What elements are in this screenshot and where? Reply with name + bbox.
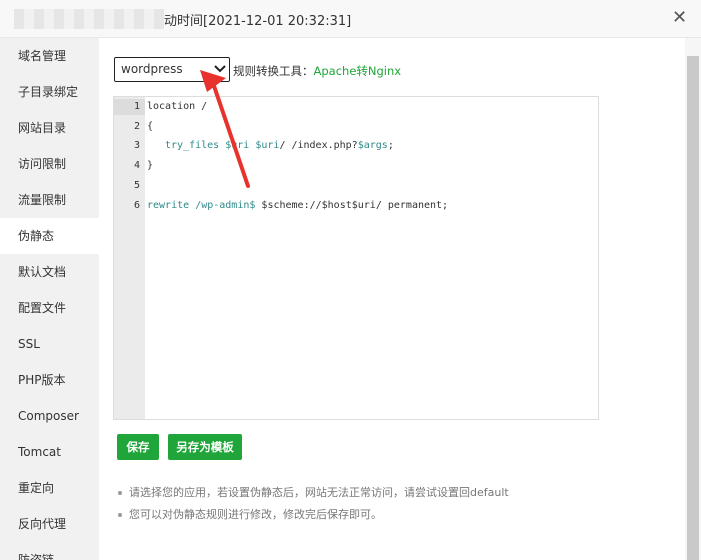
sidebar-item-ssl[interactable]: SSL — [0, 326, 99, 362]
code-line: rewrite /wp-admin$ $scheme://$host$uri/ … — [147, 200, 449, 211]
code-line: location / — [147, 101, 208, 112]
convert-tool: 规则转换工具：Apache转Nginx — [233, 63, 401, 79]
save-button[interactable]: 保存 — [117, 434, 159, 460]
dialog-title: 动时间[2021-12-01 20:32:31] — [164, 14, 352, 29]
sidebar-item-hotlink[interactable]: 防盗链 — [0, 542, 99, 560]
chevron-down-icon — [214, 65, 226, 73]
line-number: 1 — [133, 101, 140, 112]
code-line: try_files $uri $uri/ /index.php?$args; — [165, 140, 394, 151]
save-as-template-button[interactable]: 另存为模板 — [168, 434, 242, 460]
sidebar-item-php-version[interactable]: PHP版本 — [0, 362, 99, 398]
tip-item: 您可以对伪静态规则进行修改，修改完后保存即可。 — [116, 508, 509, 530]
sidebar-item-access-limit[interactable]: 访问限制 — [0, 146, 99, 182]
sidebar-item-rewrite[interactable]: 伪静态 — [0, 218, 99, 254]
blurred-site-name — [14, 9, 164, 29]
sidebar-item-subdirectory[interactable]: 子目录绑定 — [0, 74, 99, 110]
dialog-titlebar: 动时间[2021-12-01 20:32:31] ✕ — [0, 0, 701, 38]
sidebar-item-redirect[interactable]: 重定向 — [0, 470, 99, 506]
sidebar-item-config-file[interactable]: 配置文件 — [0, 290, 99, 326]
line-number: 2 — [133, 121, 140, 132]
line-number: 6 — [133, 200, 140, 211]
close-icon[interactable]: ✕ — [672, 9, 687, 27]
sidebar-item-default-doc[interactable]: 默认文档 — [0, 254, 99, 290]
rewrite-template-value: wordpress — [121, 62, 183, 76]
convert-tool-label: 规则转换工具： — [233, 64, 314, 78]
line-number: 3 — [133, 140, 140, 151]
sidebar-item-traffic-limit[interactable]: 流量限制 — [0, 182, 99, 218]
code-line: { — [147, 121, 154, 132]
sidebar-item-site-directory[interactable]: 网站目录 — [0, 110, 99, 146]
sidebar-item-tomcat[interactable]: Tomcat — [0, 434, 99, 470]
sidebar-item-domain[interactable]: 域名管理 — [0, 38, 99, 74]
rewrite-template-select[interactable]: wordpress — [114, 57, 230, 82]
code-line: } — [147, 160, 154, 171]
rewrite-code-editor[interactable]: 1 2 3 4 5 6 location / { try_files $uri … — [113, 96, 599, 420]
settings-sidebar: 域名管理 子目录绑定 网站目录 访问限制 流量限制 伪静态 默认文档 配置文件 … — [0, 38, 99, 560]
sidebar-item-reverse-proxy[interactable]: 反向代理 — [0, 506, 99, 542]
apache-to-nginx-link[interactable]: Apache转Nginx — [314, 64, 402, 78]
help-tips: 请选择您的应用，若设置伪静态后，网站无法正常访问，请尝试设置回default 您… — [116, 486, 509, 530]
line-number: 5 — [133, 180, 140, 191]
sidebar-item-composer[interactable]: Composer — [0, 398, 99, 434]
scrollbar-thumb[interactable] — [687, 56, 699, 560]
line-number: 4 — [133, 160, 140, 171]
tip-item: 请选择您的应用，若设置伪静态后，网站无法正常访问，请尝试设置回default — [116, 486, 509, 508]
